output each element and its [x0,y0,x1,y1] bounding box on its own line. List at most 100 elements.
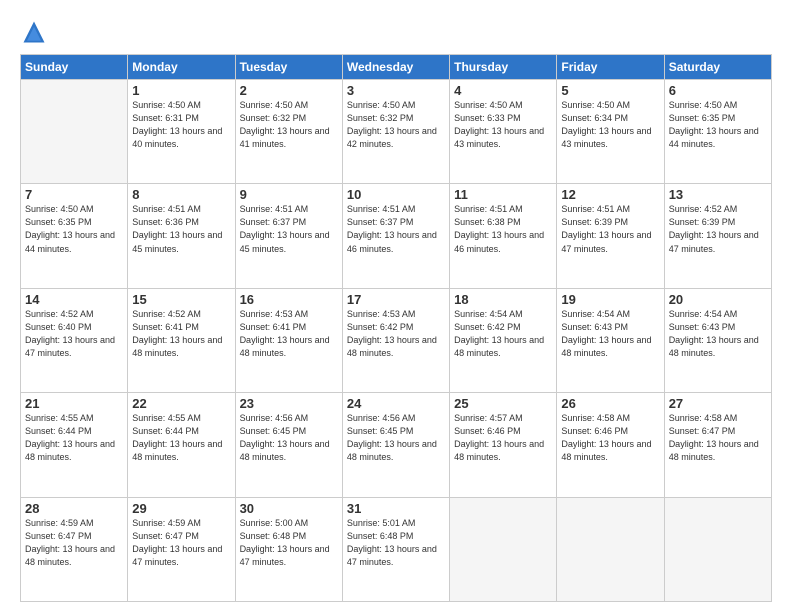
day-info: Sunrise: 5:00 AMSunset: 6:48 PMDaylight:… [240,517,338,569]
day-number: 31 [347,501,445,516]
calendar-cell: 27Sunrise: 4:58 AMSunset: 6:47 PMDayligh… [664,393,771,497]
day-number: 15 [132,292,230,307]
weekday-header-wednesday: Wednesday [342,55,449,80]
calendar-cell: 3Sunrise: 4:50 AMSunset: 6:32 PMDaylight… [342,80,449,184]
logo [20,18,50,46]
day-number: 16 [240,292,338,307]
day-info: Sunrise: 4:51 AMSunset: 6:38 PMDaylight:… [454,203,552,255]
calendar-week-row: 7Sunrise: 4:50 AMSunset: 6:35 PMDaylight… [21,184,772,288]
calendar-week-row: 28Sunrise: 4:59 AMSunset: 6:47 PMDayligh… [21,497,772,601]
day-info: Sunrise: 4:50 AMSunset: 6:31 PMDaylight:… [132,99,230,151]
page: SundayMondayTuesdayWednesdayThursdayFrid… [0,0,792,612]
day-number: 21 [25,396,123,411]
day-number: 13 [669,187,767,202]
calendar-cell [557,497,664,601]
weekday-header-saturday: Saturday [664,55,771,80]
day-number: 22 [132,396,230,411]
day-number: 2 [240,83,338,98]
day-number: 5 [561,83,659,98]
calendar-week-row: 1Sunrise: 4:50 AMSunset: 6:31 PMDaylight… [21,80,772,184]
day-info: Sunrise: 4:51 AMSunset: 6:37 PMDaylight:… [347,203,445,255]
day-number: 30 [240,501,338,516]
calendar-cell: 19Sunrise: 4:54 AMSunset: 6:43 PMDayligh… [557,288,664,392]
header [20,18,772,46]
calendar-cell: 26Sunrise: 4:58 AMSunset: 6:46 PMDayligh… [557,393,664,497]
calendar-cell: 28Sunrise: 4:59 AMSunset: 6:47 PMDayligh… [21,497,128,601]
calendar-cell: 22Sunrise: 4:55 AMSunset: 6:44 PMDayligh… [128,393,235,497]
calendar-cell: 29Sunrise: 4:59 AMSunset: 6:47 PMDayligh… [128,497,235,601]
day-info: Sunrise: 4:56 AMSunset: 6:45 PMDaylight:… [240,412,338,464]
day-number: 29 [132,501,230,516]
calendar-cell: 23Sunrise: 4:56 AMSunset: 6:45 PMDayligh… [235,393,342,497]
day-info: Sunrise: 4:56 AMSunset: 6:45 PMDaylight:… [347,412,445,464]
day-number: 20 [669,292,767,307]
weekday-header-friday: Friday [557,55,664,80]
calendar-cell: 14Sunrise: 4:52 AMSunset: 6:40 PMDayligh… [21,288,128,392]
calendar-cell: 5Sunrise: 4:50 AMSunset: 6:34 PMDaylight… [557,80,664,184]
day-info: Sunrise: 4:53 AMSunset: 6:42 PMDaylight:… [347,308,445,360]
weekday-header-monday: Monday [128,55,235,80]
day-number: 12 [561,187,659,202]
calendar-cell: 20Sunrise: 4:54 AMSunset: 6:43 PMDayligh… [664,288,771,392]
calendar-table: SundayMondayTuesdayWednesdayThursdayFrid… [20,54,772,602]
day-number: 8 [132,187,230,202]
day-number: 3 [347,83,445,98]
day-info: Sunrise: 4:52 AMSunset: 6:39 PMDaylight:… [669,203,767,255]
day-info: Sunrise: 4:52 AMSunset: 6:41 PMDaylight:… [132,308,230,360]
day-info: Sunrise: 4:58 AMSunset: 6:46 PMDaylight:… [561,412,659,464]
day-number: 1 [132,83,230,98]
day-info: Sunrise: 4:50 AMSunset: 6:32 PMDaylight:… [347,99,445,151]
calendar-cell: 18Sunrise: 4:54 AMSunset: 6:42 PMDayligh… [450,288,557,392]
calendar-cell [450,497,557,601]
calendar-cell: 24Sunrise: 4:56 AMSunset: 6:45 PMDayligh… [342,393,449,497]
day-number: 24 [347,396,445,411]
calendar-cell: 1Sunrise: 4:50 AMSunset: 6:31 PMDaylight… [128,80,235,184]
day-number: 28 [25,501,123,516]
calendar-cell: 7Sunrise: 4:50 AMSunset: 6:35 PMDaylight… [21,184,128,288]
day-info: Sunrise: 4:53 AMSunset: 6:41 PMDaylight:… [240,308,338,360]
day-info: Sunrise: 5:01 AMSunset: 6:48 PMDaylight:… [347,517,445,569]
day-info: Sunrise: 4:54 AMSunset: 6:43 PMDaylight:… [669,308,767,360]
day-number: 7 [25,187,123,202]
calendar-cell: 16Sunrise: 4:53 AMSunset: 6:41 PMDayligh… [235,288,342,392]
day-info: Sunrise: 4:55 AMSunset: 6:44 PMDaylight:… [25,412,123,464]
day-number: 9 [240,187,338,202]
day-info: Sunrise: 4:50 AMSunset: 6:35 PMDaylight:… [669,99,767,151]
weekday-header-row: SundayMondayTuesdayWednesdayThursdayFrid… [21,55,772,80]
calendar-cell: 25Sunrise: 4:57 AMSunset: 6:46 PMDayligh… [450,393,557,497]
day-number: 27 [669,396,767,411]
calendar-cell: 11Sunrise: 4:51 AMSunset: 6:38 PMDayligh… [450,184,557,288]
calendar-week-row: 14Sunrise: 4:52 AMSunset: 6:40 PMDayligh… [21,288,772,392]
day-info: Sunrise: 4:50 AMSunset: 6:32 PMDaylight:… [240,99,338,151]
calendar-cell: 17Sunrise: 4:53 AMSunset: 6:42 PMDayligh… [342,288,449,392]
calendar-cell [21,80,128,184]
weekday-header-thursday: Thursday [450,55,557,80]
calendar-cell: 13Sunrise: 4:52 AMSunset: 6:39 PMDayligh… [664,184,771,288]
day-number: 26 [561,396,659,411]
calendar-cell: 12Sunrise: 4:51 AMSunset: 6:39 PMDayligh… [557,184,664,288]
calendar-cell: 6Sunrise: 4:50 AMSunset: 6:35 PMDaylight… [664,80,771,184]
day-info: Sunrise: 4:50 AMSunset: 6:34 PMDaylight:… [561,99,659,151]
day-number: 10 [347,187,445,202]
calendar-cell: 8Sunrise: 4:51 AMSunset: 6:36 PMDaylight… [128,184,235,288]
weekday-header-tuesday: Tuesday [235,55,342,80]
logo-icon [20,18,48,46]
day-number: 11 [454,187,552,202]
day-info: Sunrise: 4:59 AMSunset: 6:47 PMDaylight:… [132,517,230,569]
day-number: 23 [240,396,338,411]
day-info: Sunrise: 4:58 AMSunset: 6:47 PMDaylight:… [669,412,767,464]
day-info: Sunrise: 4:50 AMSunset: 6:33 PMDaylight:… [454,99,552,151]
day-number: 17 [347,292,445,307]
day-number: 18 [454,292,552,307]
calendar-cell [664,497,771,601]
day-number: 6 [669,83,767,98]
day-info: Sunrise: 4:52 AMSunset: 6:40 PMDaylight:… [25,308,123,360]
day-info: Sunrise: 4:54 AMSunset: 6:43 PMDaylight:… [561,308,659,360]
calendar-cell: 4Sunrise: 4:50 AMSunset: 6:33 PMDaylight… [450,80,557,184]
day-info: Sunrise: 4:59 AMSunset: 6:47 PMDaylight:… [25,517,123,569]
calendar-week-row: 21Sunrise: 4:55 AMSunset: 6:44 PMDayligh… [21,393,772,497]
calendar-cell: 21Sunrise: 4:55 AMSunset: 6:44 PMDayligh… [21,393,128,497]
calendar-cell: 15Sunrise: 4:52 AMSunset: 6:41 PMDayligh… [128,288,235,392]
day-number: 14 [25,292,123,307]
day-number: 4 [454,83,552,98]
